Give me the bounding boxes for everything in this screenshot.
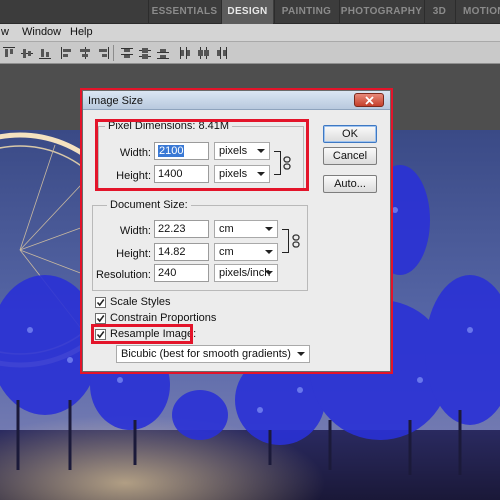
cancel-button[interactable]: Cancel [323, 147, 377, 165]
pixel-width-unit-select[interactable]: pixels [214, 142, 270, 160]
workspace-design[interactable]: DESIGN [221, 0, 273, 24]
distribute-horizontal-center-icon[interactable] [196, 46, 210, 60]
doc-width-unit-select[interactable]: cm [214, 220, 278, 238]
chevron-down-icon [265, 227, 273, 231]
options-bar [0, 42, 500, 64]
workspace-painting[interactable]: PAINTING [274, 0, 338, 24]
resolution-label: Resolution: [95, 269, 151, 281]
distribute-top-icon[interactable] [120, 46, 134, 60]
menu-view[interactable]: w [1, 26, 9, 38]
checkmark-icon [96, 299, 105, 307]
scale-styles-checkbox-row[interactable]: Scale Styles [95, 296, 245, 310]
link-chain-icon [283, 156, 291, 170]
link-chain-icon [292, 234, 300, 248]
pixel-dimensions-size: 8.41M [198, 120, 230, 132]
resolution-input[interactable]: 240 [154, 264, 209, 282]
align-vertical-center-icon[interactable] [20, 46, 34, 60]
align-top-icon[interactable] [2, 46, 16, 60]
scale-styles-label: Scale Styles [110, 296, 171, 308]
distribute-right-icon[interactable] [214, 46, 228, 60]
dialog-title: Image Size [88, 95, 144, 107]
distribute-bottom-icon[interactable] [156, 46, 170, 60]
align-right-icon[interactable] [96, 46, 110, 60]
resample-image-checkbox[interactable] [95, 329, 106, 340]
close-icon [365, 96, 374, 105]
chevron-down-icon [257, 149, 265, 153]
auto-button[interactable]: Auto... [323, 175, 377, 193]
doc-height-input[interactable]: 14.82 [154, 243, 209, 261]
scale-styles-checkbox[interactable] [95, 297, 106, 308]
align-horizontal-center-icon[interactable] [78, 46, 92, 60]
doc-link-bracket [282, 229, 289, 253]
document-size-label: Document Size: [107, 199, 191, 211]
pixel-link-bracket [274, 151, 281, 175]
dialog-titlebar[interactable]: Image Size [83, 91, 390, 110]
workspace-switcher-bar: ESSENTIALS DESIGN PAINTING PHOTOGRAPHY 3… [0, 0, 500, 24]
resample-method-select[interactable]: Bicubic (best for smooth gradients) [116, 345, 310, 363]
constrain-proportions-checkbox-row[interactable]: Constrain Proportions [95, 312, 245, 326]
toolbar-separator [113, 45, 114, 61]
align-bottom-icon[interactable] [38, 46, 52, 60]
ok-button[interactable]: OK [323, 125, 377, 143]
menu-bar: w Window Help [0, 24, 500, 42]
pixel-width-label: Width: [119, 147, 151, 159]
pixel-height-label: Height: [116, 170, 151, 182]
resample-image-label: Resample Image: [110, 328, 197, 340]
close-button[interactable] [354, 93, 384, 107]
checkmark-icon [96, 315, 105, 323]
doc-width-input[interactable]: 22.23 [154, 220, 209, 238]
pixel-dimensions-label: Pixel Dimensions: 8.41M [105, 120, 233, 132]
constrain-proportions-checkbox[interactable] [95, 313, 106, 324]
chevron-down-icon [265, 271, 273, 275]
distribute-left-icon[interactable] [178, 46, 192, 60]
workspace-photography[interactable]: PHOTOGRAPHY [339, 0, 423, 24]
checkmark-icon [96, 331, 105, 339]
constrain-proportions-label: Constrain Proportions [110, 312, 217, 324]
chevron-down-icon [257, 172, 265, 176]
chevron-down-icon [265, 250, 273, 254]
chevron-down-icon [297, 352, 305, 356]
menu-window[interactable]: Window [22, 26, 61, 38]
image-size-dialog: Image Size Pixel Dimensions: 8.41M Width… [82, 90, 391, 372]
pixel-height-input[interactable]: 1400 [154, 165, 209, 183]
menu-help[interactable]: Help [70, 26, 93, 38]
resolution-unit-select[interactable]: pixels/inch [214, 264, 278, 282]
pixel-width-input[interactable]: 2100 [154, 142, 209, 160]
doc-height-label: Height: [116, 248, 151, 260]
workspace-essentials[interactable]: ESSENTIALS [148, 0, 220, 24]
doc-width-label: Width: [119, 225, 151, 237]
resample-image-checkbox-row[interactable]: Resample Image: [95, 328, 245, 342]
pixel-height-unit-select[interactable]: pixels [214, 165, 270, 183]
distribute-vertical-center-icon[interactable] [138, 46, 152, 60]
workspace-3d[interactable]: 3D [424, 0, 454, 24]
doc-height-unit-select[interactable]: cm [214, 243, 278, 261]
align-left-icon[interactable] [60, 46, 74, 60]
workspace-motion[interactable]: MOTION [455, 0, 500, 24]
